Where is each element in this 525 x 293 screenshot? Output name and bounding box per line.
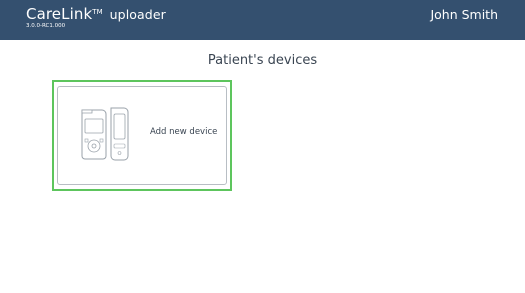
brand-name: CareLink (26, 5, 93, 23)
version-label: 3.0.0-RC1.000 (26, 23, 66, 29)
add-new-device-card[interactable]: Add new device (57, 86, 227, 185)
app-header: CareLinkTM uploader 3.0.0-RC1.000 John S… (0, 0, 525, 40)
brand-product: uploader (109, 7, 166, 22)
app-logo: CareLinkTM uploader (26, 6, 166, 23)
user-name[interactable]: John Smith (430, 7, 498, 23)
pump-and-meter-devices-icon (81, 107, 129, 161)
trademark-mark: TM (92, 8, 103, 16)
add-new-device-label: Add new device (150, 127, 218, 137)
page-title: Patient's devices (207, 53, 318, 68)
